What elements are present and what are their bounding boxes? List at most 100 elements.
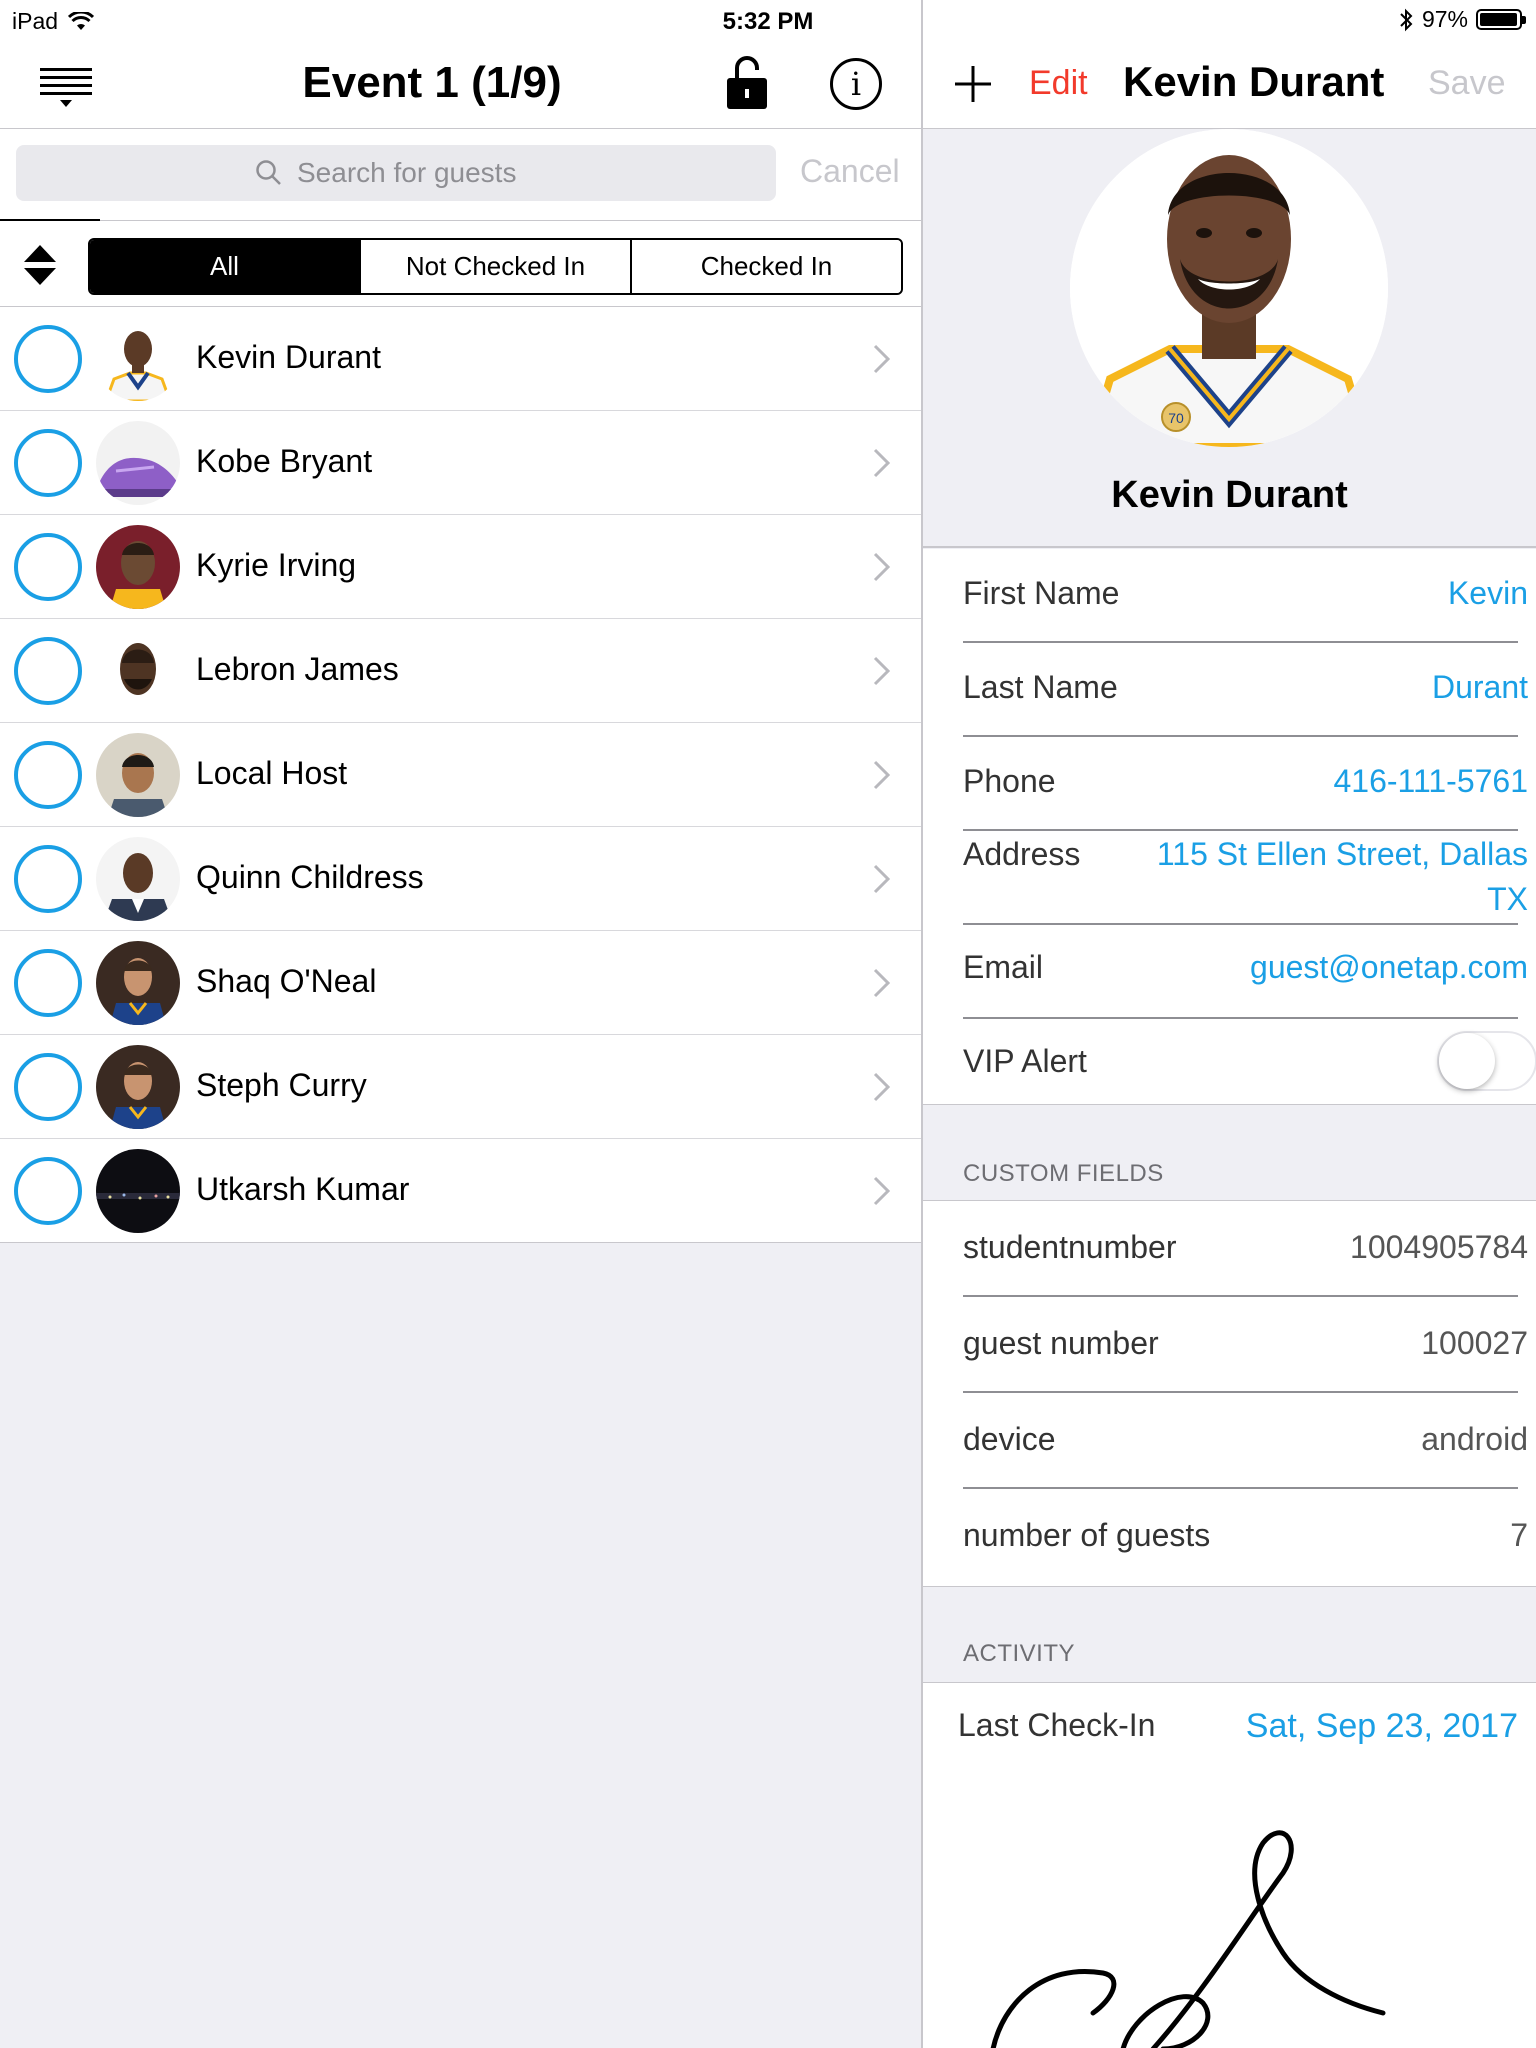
checkin-circle[interactable] bbox=[14, 845, 82, 913]
address-label: Address bbox=[963, 836, 1081, 872]
guest-name: Steph Curry bbox=[196, 1067, 367, 1103]
save-button[interactable]: Save bbox=[1428, 64, 1506, 103]
email-value[interactable]: guest@onetap.com bbox=[1250, 949, 1528, 986]
activity-section: Last Check-In Sat, Sep 23, 2017 bbox=[923, 1682, 1536, 2048]
email-row[interactable]: Email guest@onetap.com bbox=[963, 925, 1528, 1019]
custom-field-value: android bbox=[1421, 1421, 1528, 1457]
last-name-row[interactable]: Last Name Durant bbox=[963, 643, 1528, 737]
guest-name: Kevin Durant bbox=[196, 339, 381, 375]
guest-info-section: First Name Kevin Last Name Durant Phone … bbox=[923, 549, 1536, 1105]
custom-field-row[interactable]: studentnumber 1004905784 bbox=[963, 1201, 1528, 1297]
profile-header: 70 Kevin Durant bbox=[923, 129, 1536, 548]
info-icon[interactable]: i bbox=[830, 58, 882, 110]
avatar bbox=[96, 1045, 180, 1129]
status-time: 5:32 PM bbox=[722, 8, 814, 35]
chevron-right-icon bbox=[873, 344, 891, 374]
last-checkin-label: Last Check-In bbox=[958, 1707, 1156, 1743]
custom-field-row[interactable]: device android bbox=[963, 1393, 1528, 1489]
battery-fill bbox=[1480, 13, 1517, 26]
checkin-circle[interactable] bbox=[14, 949, 82, 1017]
address-value-line1[interactable]: 115 St Ellen Street, Dallas bbox=[1157, 836, 1528, 873]
guest-row[interactable]: Lebron James bbox=[0, 619, 921, 723]
address-row[interactable]: Address 115 St Ellen Street, Dallas TX bbox=[963, 831, 1528, 925]
guest-row[interactable]: Kobe Bryant bbox=[0, 411, 921, 515]
bluetooth-icon bbox=[1400, 8, 1413, 31]
guest-list: Kevin Durant Kobe Bryant Kyrie Irving Le… bbox=[0, 307, 921, 1243]
guest-row[interactable]: Local Host bbox=[0, 723, 921, 827]
checkin-circle[interactable] bbox=[14, 1053, 82, 1121]
edit-button[interactable]: Edit bbox=[1029, 64, 1088, 103]
event-title: Event 1 (1/9) bbox=[302, 58, 562, 107]
signature-image bbox=[990, 1830, 1386, 2048]
checkin-circle[interactable] bbox=[14, 741, 82, 809]
avatar bbox=[96, 1149, 180, 1233]
add-guest-icon[interactable] bbox=[953, 64, 993, 104]
left-navigation-bar: Event 1 (1/9) i bbox=[0, 40, 921, 129]
custom-field-value: 7 bbox=[1510, 1517, 1528, 1553]
email-label: Email bbox=[963, 949, 1044, 985]
guest-name: Lebron James bbox=[196, 651, 399, 687]
right-navigation-bar: Edit Kevin Durant Save bbox=[923, 40, 1536, 129]
chevron-right-icon bbox=[873, 656, 891, 686]
custom-field-value: 1004905784 bbox=[1350, 1229, 1528, 1265]
segment-all[interactable]: All bbox=[90, 240, 359, 293]
checkin-circle[interactable] bbox=[14, 325, 82, 393]
chevron-right-icon bbox=[873, 760, 891, 790]
custom-field-row[interactable]: number of guests 7 bbox=[963, 1489, 1528, 1585]
guest-name: Shaq O'Neal bbox=[196, 963, 377, 999]
vip-alert-label: VIP Alert bbox=[963, 1043, 1087, 1079]
jersey-badge-text: 70 bbox=[1168, 410, 1184, 426]
last-checkin-value[interactable]: Sat, Sep 23, 2017 bbox=[1246, 1707, 1518, 1746]
avatar bbox=[96, 733, 180, 817]
last-name-value[interactable]: Durant bbox=[1432, 669, 1528, 706]
status-bar: iPad 5:32 PM 97% bbox=[0, 0, 1536, 40]
custom-field-row[interactable]: guest number 100027 bbox=[963, 1297, 1528, 1393]
cancel-search-button[interactable]: Cancel bbox=[800, 153, 900, 190]
search-input[interactable] bbox=[297, 157, 537, 189]
vip-alert-toggle[interactable] bbox=[1437, 1031, 1536, 1091]
unlocked-lock-icon[interactable] bbox=[726, 56, 768, 110]
guest-name: Kobe Bryant bbox=[196, 443, 373, 479]
avatar bbox=[96, 837, 180, 921]
battery-percent: 97% bbox=[1421, 6, 1468, 32]
guest-row[interactable]: Kyrie Irving bbox=[0, 515, 921, 619]
guest-name: Kyrie Irving bbox=[196, 547, 357, 583]
checkin-circle[interactable] bbox=[14, 1157, 82, 1225]
guest-name: Local Host bbox=[196, 755, 348, 791]
sort-icon[interactable] bbox=[22, 243, 58, 287]
phone-label: Phone bbox=[963, 763, 1056, 799]
profile-photo: 70 bbox=[1070, 129, 1388, 447]
address-value-line2[interactable]: TX bbox=[1487, 881, 1528, 918]
guest-detail-pane: Edit Kevin Durant Save 70 Kevin Durant F… bbox=[923, 40, 1536, 2048]
search-field[interactable] bbox=[16, 145, 776, 201]
checkin-circle[interactable] bbox=[14, 429, 82, 497]
custom-field-label: studentnumber bbox=[963, 1229, 1177, 1265]
guest-row[interactable]: Steph Curry bbox=[0, 1035, 921, 1139]
first-name-value[interactable]: Kevin bbox=[1448, 575, 1528, 612]
avatar bbox=[96, 629, 180, 713]
avatar bbox=[96, 941, 180, 1025]
chevron-right-icon bbox=[873, 1176, 891, 1206]
guest-row[interactable]: Kevin Durant bbox=[0, 307, 921, 411]
activity-header: ACTIVITY bbox=[963, 1640, 1076, 1667]
chevron-right-icon bbox=[873, 864, 891, 894]
profile-name: Kevin Durant bbox=[1111, 474, 1348, 516]
battery-icon bbox=[1476, 9, 1526, 30]
phone-row[interactable]: Phone 416-111-5761 bbox=[963, 737, 1528, 831]
menu-icon[interactable] bbox=[38, 66, 94, 110]
first-name-row[interactable]: First Name Kevin bbox=[963, 549, 1528, 643]
segment-not-checked-in[interactable]: Not Checked In bbox=[359, 240, 630, 293]
avatar bbox=[96, 421, 180, 505]
custom-fields-section: studentnumber 1004905784 guest number 10… bbox=[923, 1200, 1536, 1587]
guest-row[interactable]: Shaq O'Neal bbox=[0, 931, 921, 1035]
guest-row[interactable]: Utkarsh Kumar bbox=[0, 1139, 921, 1243]
status-right: 97% bbox=[1398, 6, 1526, 33]
guest-name: Quinn Childress bbox=[196, 859, 424, 895]
checkin-circle[interactable] bbox=[14, 533, 82, 601]
toggle-knob bbox=[1439, 1033, 1495, 1089]
segment-checked-in[interactable]: Checked In bbox=[630, 240, 901, 293]
checkin-circle[interactable] bbox=[14, 637, 82, 705]
guest-row[interactable]: Quinn Childress bbox=[0, 827, 921, 931]
phone-value[interactable]: 416-111-5761 bbox=[1333, 763, 1528, 800]
guest-name: Utkarsh Kumar bbox=[196, 1171, 410, 1207]
